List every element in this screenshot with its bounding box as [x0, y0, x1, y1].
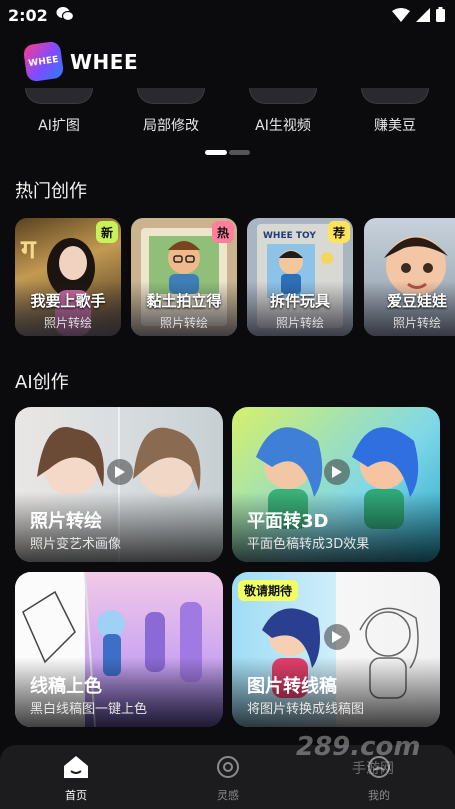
coming-soon-badge: 敬请期待 [238, 580, 299, 601]
tool-label: AI扩图 [38, 118, 80, 134]
hot-card-title: 黏土拍立得 [146, 292, 222, 310]
pager-dot-active [205, 150, 227, 155]
ai-card-title: 照片转绘 [30, 511, 102, 532]
wifi-icon [392, 7, 410, 22]
hot-card-subtitle: 照片转绘 [159, 316, 208, 330]
nav-inspiration[interactable]: 灵感 [188, 755, 268, 803]
hot-card[interactable]: WHEE TOY 荐 拆件玩具 照片转绘 [247, 218, 353, 336]
nav-home[interactable]: 首页 [36, 755, 116, 803]
svg-text:WHEE TOY: WHEE TOY [263, 231, 316, 241]
tool-earn-beans[interactable]: 赚美豆 [340, 88, 450, 135]
hot-card-subtitle: 照片转绘 [275, 316, 324, 330]
inspiration-icon [217, 756, 239, 778]
status-bar: 2:02 [0, 0, 455, 32]
home-icon [64, 756, 88, 778]
tool-label: 局部修改 [143, 118, 199, 134]
site-watermark-sub: 手游网 [352, 761, 394, 777]
signal-icon [416, 7, 430, 22]
app-name: WHEE [70, 49, 139, 74]
logo-badge: WHEE [22, 40, 65, 83]
status-time: 2:02 [8, 6, 48, 25]
section-title-hot: 热门创作 [15, 181, 87, 202]
ai-card-photo-to-art[interactable]: 照片转绘 照片变艺术画像 [15, 407, 223, 562]
tool-local-edit[interactable]: 局部修改 [116, 88, 226, 135]
tool-earn-beans-icon [361, 88, 429, 104]
hot-card[interactable]: ग 新 我要上歌手 照片转绘 [15, 218, 121, 336]
tag-recommend-badge: 荐 [328, 221, 350, 243]
ai-card-desc: 黑白线稿图一键上色 [30, 702, 148, 717]
nav-label: 灵感 [217, 789, 239, 802]
tool-ai-outpaint-icon [25, 88, 93, 104]
battery-icon [436, 7, 445, 22]
hot-card-title: 爱豆娃娃 [386, 292, 447, 310]
tag-new-badge: 新 [96, 221, 118, 243]
hot-card-subtitle: 照片转绘 [392, 316, 441, 330]
ai-card-image-to-line[interactable]: 敬请期待 图片转线稿 将图片转换成线稿图 [232, 572, 440, 727]
ai-card-title: 平面转3D [247, 511, 329, 532]
hot-card-title: 我要上歌手 [30, 292, 106, 310]
tool-local-edit-icon [137, 88, 205, 104]
play-icon[interactable] [324, 459, 350, 485]
ai-card-flat-to-3d[interactable]: 平面转3D 平面色稿转成3D效果 [232, 407, 440, 562]
play-icon[interactable] [324, 624, 350, 650]
hot-card[interactable]: 热 黏土拍立得 照片转绘 [131, 218, 237, 336]
pager-dot [229, 150, 250, 155]
wechat-notification-icon [56, 6, 75, 26]
status-icons [392, 7, 445, 22]
ai-card-desc: 将图片转换成线稿图 [247, 702, 365, 717]
ai-card-line-coloring[interactable]: 线稿上色 黑白线稿图一键上色 [15, 572, 223, 727]
tool-label: 赚美豆 [374, 118, 416, 134]
ai-card-desc: 平面色稿转成3D效果 [247, 537, 370, 552]
nav-label: 首页 [65, 789, 87, 802]
tool-ai-video[interactable]: AI生视频 [228, 88, 338, 135]
ai-card-title: 图片转线稿 [247, 676, 337, 697]
tool-ai-video-icon [249, 88, 317, 104]
hot-card-title: 拆件玩具 [269, 292, 330, 310]
tool-label: AI生视频 [255, 118, 311, 134]
tool-row: AI扩图 局部修改 AI生视频 赚美豆 [0, 88, 455, 148]
nav-label: 我的 [368, 789, 390, 802]
svg-text:ग: ग [20, 235, 37, 265]
tag-hot-badge: 热 [212, 221, 234, 243]
app-logo: WHEE WHEE [22, 40, 139, 83]
ai-card-desc: 照片变艺术画像 [30, 537, 122, 552]
ai-card-title: 线稿上色 [30, 676, 102, 697]
tool-pager [205, 150, 250, 155]
tool-ai-outpaint[interactable]: AI扩图 [4, 88, 114, 135]
hot-card[interactable]: 爱豆娃娃 照片转绘 [364, 218, 455, 336]
section-title-ai: AI创作 [15, 372, 69, 393]
hot-card-row: ग 新 我要上歌手 照片转绘 热 黏土拍立得 照片转绘 WHEE TOY 荐 拆… [15, 218, 455, 336]
play-icon[interactable] [107, 459, 133, 485]
hot-card-subtitle: 照片转绘 [43, 316, 92, 330]
